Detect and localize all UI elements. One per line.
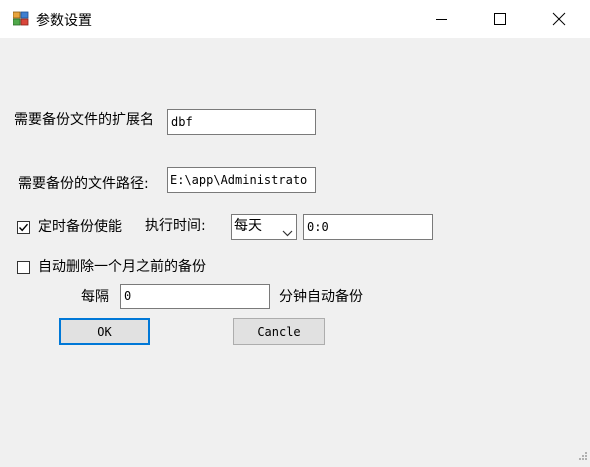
minimize-icon: [436, 13, 448, 25]
maximize-button[interactable]: [477, 0, 523, 38]
maximize-icon: [494, 13, 506, 25]
interval-suffix-label: 分钟自动备份: [279, 289, 363, 305]
extension-label: 需要备份文件的扩展名: [14, 112, 154, 128]
frequency-select[interactable]: 每天: [231, 214, 297, 240]
app-settings-icon[interactable]: [12, 11, 29, 27]
extension-input[interactable]: dbf: [167, 109, 316, 135]
auto-delete-label[interactable]: 自动删除一个月之前的备份: [38, 259, 206, 275]
close-icon: [552, 12, 566, 26]
chevron-down-icon: [282, 222, 293, 241]
interval-input[interactable]: 0: [120, 284, 270, 309]
close-button[interactable]: [536, 0, 582, 38]
resize-grip-icon[interactable]: [578, 446, 588, 465]
title-bar[interactable]: 参数设置: [0, 0, 590, 38]
path-label: 需要备份的文件路径:: [18, 176, 149, 192]
settings-window: 参数设置 需要备份文件的扩展名 dbf 需要备份的文件路径: E:\app\Ad…: [0, 0, 590, 467]
auto-delete-checkbox[interactable]: [17, 261, 30, 274]
cancel-button[interactable]: Cancle: [233, 318, 325, 345]
interval-prefix-label: 每隔: [81, 289, 109, 305]
check-icon: [18, 223, 29, 232]
timer-enable-label[interactable]: 定时备份使能: [38, 219, 122, 235]
window-title: 参数设置: [36, 13, 92, 29]
exec-time-label: 执行时间:: [145, 218, 206, 234]
time-input[interactable]: 0:0: [303, 214, 433, 240]
path-input[interactable]: E:\app\Administrato: [167, 167, 316, 193]
ok-button[interactable]: OK: [59, 318, 150, 345]
frequency-selected-value: 每天: [234, 218, 262, 234]
timer-enable-checkbox[interactable]: [17, 221, 30, 234]
minimize-button[interactable]: [419, 0, 465, 38]
